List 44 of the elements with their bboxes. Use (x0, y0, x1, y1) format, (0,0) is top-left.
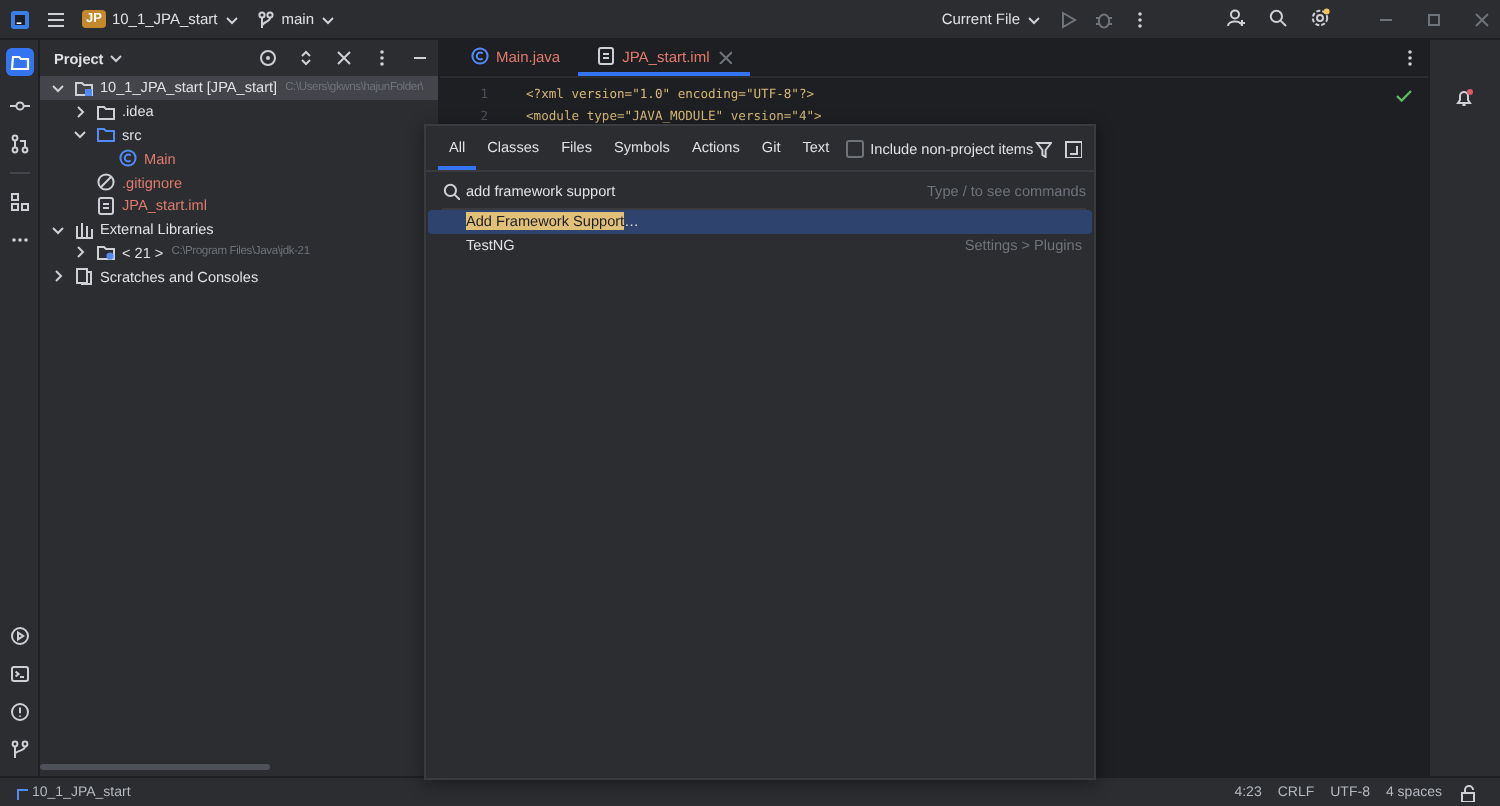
class-icon (470, 46, 490, 66)
chevron-icon (223, 11, 240, 27)
preview-icon[interactable] (1064, 139, 1082, 157)
account-icon[interactable] (1226, 8, 1248, 30)
services-icon[interactable] (9, 626, 29, 646)
expand-icon[interactable] (296, 48, 316, 68)
filter-icon[interactable] (1034, 139, 1052, 157)
chevron-icon (1026, 11, 1042, 27)
app-logo-icon[interactable] (10, 9, 30, 29)
close-icon[interactable] (1472, 9, 1492, 29)
class-icon (118, 148, 138, 169)
git-icon[interactable] (9, 740, 29, 760)
scrollbar[interactable] (40, 764, 270, 770)
folder-icon (96, 242, 116, 263)
ignore-icon (96, 172, 116, 193)
menu-icon[interactable] (46, 9, 66, 29)
restore-icon[interactable] (1424, 9, 1444, 29)
collapse-all-icon[interactable] (334, 48, 354, 68)
notifications-icon[interactable] (1454, 88, 1476, 110)
pull-requests-icon[interactable] (9, 134, 29, 154)
chevron-icon (320, 11, 337, 27)
scratches-icon (74, 266, 94, 287)
run-icon[interactable] (1058, 9, 1078, 29)
structure-icon[interactable] (9, 192, 29, 212)
module-folder-icon (74, 77, 94, 98)
file-icon (596, 46, 617, 66)
folder-icon (96, 124, 116, 145)
branch-icon (255, 9, 276, 29)
search-icon (442, 181, 460, 199)
close-tab-icon[interactable] (715, 48, 732, 64)
lock-icon[interactable] (1458, 783, 1476, 801)
commit-icon[interactable] (9, 96, 29, 116)
locate-icon[interactable] (258, 48, 278, 68)
file-icon (96, 195, 116, 216)
project-folder-icon[interactable] (9, 52, 29, 72)
settings-icon[interactable] (1310, 8, 1332, 30)
no-problems-icon (1394, 86, 1412, 104)
terminal-icon[interactable] (9, 664, 29, 684)
chevron-icon (107, 50, 124, 66)
problems-icon[interactable] (9, 702, 29, 722)
folder-icon (96, 101, 116, 122)
search-icon[interactable] (1268, 8, 1290, 30)
library-icon (74, 219, 94, 240)
debug-icon[interactable] (1094, 9, 1114, 29)
